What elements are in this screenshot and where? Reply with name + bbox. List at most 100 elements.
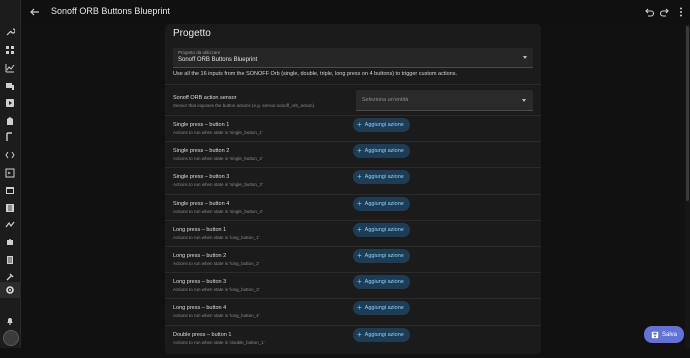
action-row: Long press – button 1 Actions to run when… bbox=[165, 222, 541, 253]
action-row: Single press – button 2 Actions to run wh… bbox=[165, 144, 541, 174]
code-icon[interactable] bbox=[4, 149, 16, 161]
sidebar bbox=[0, 0, 21, 348]
plus-icon: + bbox=[357, 172, 362, 182]
entity-select[interactable]: Seleziona un'entità bbox=[356, 90, 533, 111]
add-action-button[interactable]: + Aggiungi azione bbox=[353, 170, 410, 185]
action-row-label: Single press – button 2 bbox=[173, 148, 230, 155]
action-row: Long press – button 4 Actions to run when… bbox=[165, 301, 541, 331]
action-row-label: Single press – button 3 bbox=[173, 174, 230, 181]
save-label: Salva bbox=[661, 331, 677, 338]
divider bbox=[165, 84, 541, 85]
plus-icon: + bbox=[357, 146, 362, 156]
add-action-label: Aggiungi azione bbox=[364, 200, 404, 207]
more-options-icon[interactable] bbox=[675, 6, 687, 18]
action-row-description: Actions to run when state is 'single_but… bbox=[173, 156, 263, 162]
add-action-button[interactable]: + Aggiungi azione bbox=[353, 222, 410, 237]
back-arrow-icon[interactable] bbox=[29, 6, 41, 18]
add-action-label: Aggiungi azione bbox=[364, 305, 404, 312]
divider bbox=[165, 298, 541, 300]
divider bbox=[165, 324, 541, 326]
page-title: Sonoff ORB Buttons Blueprint bbox=[51, 6, 170, 16]
divider bbox=[165, 219, 541, 221]
action-row-description: Actions to run when state is 'long_butto… bbox=[173, 261, 260, 266]
action-row-description: Actions to run when state is 'single_but… bbox=[173, 130, 263, 135]
tag-icon[interactable] bbox=[4, 131, 16, 143]
plus-icon: + bbox=[357, 198, 362, 208]
add-action-label: Aggiungi azione bbox=[364, 174, 404, 181]
action-row-label: Single press – button 1 bbox=[173, 122, 230, 128]
wrench-icon[interactable] bbox=[4, 26, 16, 38]
action-row-description: Actions to run when state is 'long_butto… bbox=[173, 313, 260, 319]
calendar-icon[interactable] bbox=[4, 184, 16, 196]
plus-icon: + bbox=[357, 303, 362, 313]
add-action-label: Aggiungi azione bbox=[364, 331, 404, 338]
action-row-description: Actions to run when state is 'long_butto… bbox=[173, 287, 260, 293]
redo-icon[interactable] bbox=[659, 6, 671, 18]
action-row-label: Single press – button 4 bbox=[173, 200, 230, 207]
add-action-label: Aggiungi azione bbox=[364, 226, 404, 233]
sensor-label: Sonoff ORB action sensor bbox=[173, 95, 237, 101]
gear-icon[interactable] bbox=[0, 282, 20, 298]
avatar[interactable] bbox=[3, 330, 19, 346]
divider bbox=[165, 246, 541, 247]
save-button[interactable]: Salva bbox=[644, 326, 684, 343]
entity-select-placeholder: Seleziona un'entità bbox=[362, 97, 409, 103]
action-row: Long press – button 3 Actions to run when… bbox=[165, 275, 541, 305]
action-row-description: Actions to run when state is 'long_butto… bbox=[173, 234, 260, 240]
sensor-description: Sensor that exposes the button actions (… bbox=[173, 103, 316, 108]
puzzle-icon[interactable] bbox=[4, 236, 16, 248]
action-row-label: Long press – button 2 bbox=[173, 253, 227, 259]
action-row: Long press – button 2 Actions to run when… bbox=[165, 249, 541, 279]
building-icon[interactable] bbox=[4, 115, 16, 127]
action-row: Single press – button 3 Actions to run wh… bbox=[165, 170, 541, 200]
server-icon[interactable] bbox=[4, 254, 16, 266]
blueprint-select-label: Progetto da utilizzare bbox=[178, 50, 221, 55]
action-row-description: Actions to run when state is 'single_but… bbox=[173, 208, 263, 214]
action-row: Single press – button 1 Actions to run wh… bbox=[165, 118, 541, 148]
action-row-label: Double press – button 1 bbox=[173, 331, 232, 338]
media-icon[interactable] bbox=[4, 97, 16, 109]
blueprint-card: Progetto Progetto da utilizzare Sonoff O… bbox=[165, 24, 541, 354]
divider bbox=[165, 141, 541, 143]
blueprint-select[interactable]: Progetto da utilizzare Sonoff ORB Button… bbox=[173, 48, 533, 68]
grid-icon[interactable] bbox=[4, 44, 16, 56]
terminal-icon[interactable] bbox=[4, 167, 16, 179]
action-row-description: Actions to run when state is 'double_but… bbox=[173, 339, 265, 345]
chart-icon[interactable] bbox=[4, 62, 16, 74]
add-action-button[interactable]: + Aggiungi azione bbox=[353, 327, 410, 342]
devices-icon[interactable] bbox=[4, 80, 16, 92]
list-icon[interactable] bbox=[4, 202, 16, 214]
add-action-button[interactable]: + Aggiungi azione bbox=[353, 118, 410, 132]
action-row: Single press – button 4 Actions to run wh… bbox=[165, 196, 541, 227]
action-row: Double press – button 1 Actions to run wh… bbox=[165, 327, 541, 358]
action-row-label: Long press – button 1 bbox=[173, 226, 227, 233]
bell-icon[interactable] bbox=[4, 315, 16, 327]
blueprint-description: Use all the 16 inputs from the SONOFF Or… bbox=[173, 71, 457, 77]
add-action-label: Aggiungi azione bbox=[364, 122, 404, 128]
floppy-disk-icon bbox=[651, 331, 659, 338]
blueprint-select-value: Sonoff ORB Buttons Blueprint bbox=[178, 56, 258, 63]
add-action-label: Aggiungi azione bbox=[364, 253, 404, 259]
add-action-label: Aggiungi azione bbox=[364, 148, 404, 155]
sensor-row: Sonoff ORB action sensor Sensor that exp… bbox=[165, 90, 541, 121]
action-row-label: Long press – button 4 bbox=[173, 305, 227, 312]
top-bar: Sonoff ORB Buttons Blueprint bbox=[21, 0, 690, 24]
add-action-button[interactable]: + Aggiungi azione bbox=[353, 144, 410, 159]
divider bbox=[165, 272, 541, 274]
plus-icon: + bbox=[357, 277, 362, 287]
add-action-button[interactable]: + Aggiungi azione bbox=[353, 275, 410, 290]
scrollbar-thumb[interactable] bbox=[686, 26, 689, 201]
add-action-button[interactable]: + Aggiungi azione bbox=[353, 196, 410, 211]
card-title: Progetto bbox=[173, 28, 211, 39]
chevron-down-icon bbox=[522, 99, 526, 102]
add-action-button[interactable]: + Aggiungi azione bbox=[353, 249, 410, 263]
divider bbox=[165, 193, 541, 195]
chevron-down-icon bbox=[523, 56, 527, 59]
map-icon[interactable] bbox=[4, 219, 16, 231]
undo-icon[interactable] bbox=[643, 6, 655, 18]
action-row-description: Actions to run when state is 'single_but… bbox=[173, 182, 263, 188]
divider bbox=[165, 115, 541, 116]
add-action-button[interactable]: + Aggiungi azione bbox=[353, 301, 410, 316]
plus-icon: + bbox=[357, 224, 362, 234]
plus-icon: + bbox=[357, 329, 362, 339]
